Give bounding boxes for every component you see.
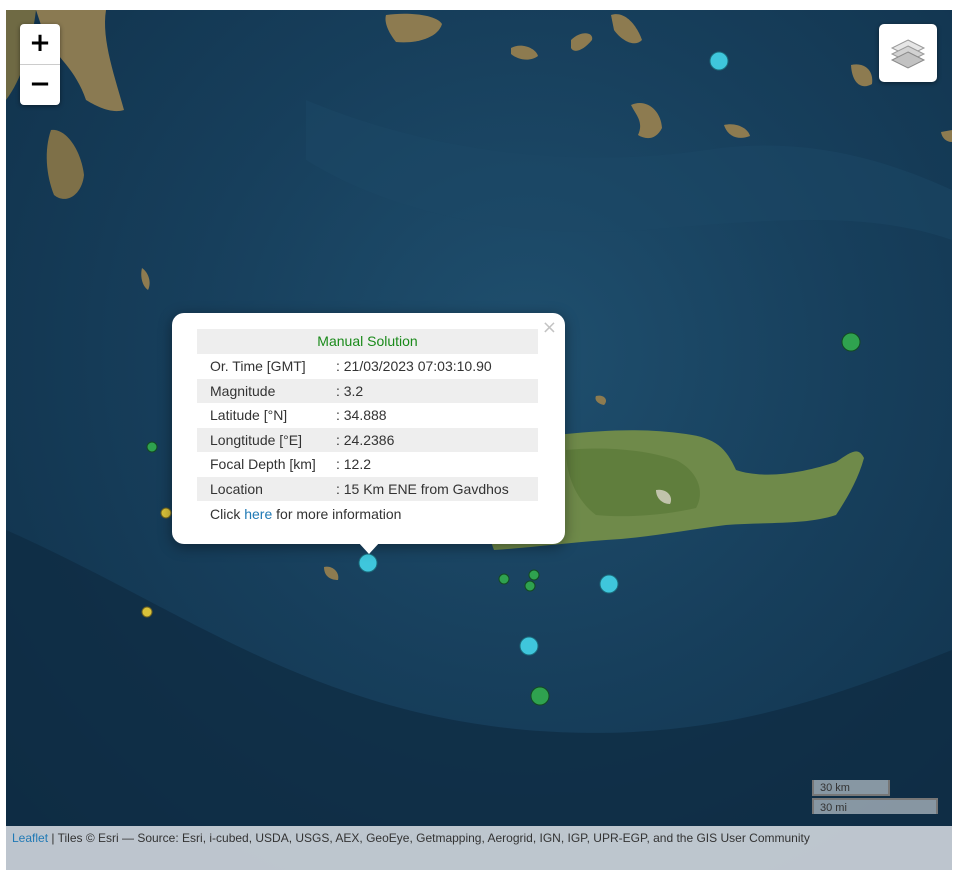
popup-title: Manual Solution xyxy=(197,329,538,354)
quake-marker[interactable] xyxy=(530,686,550,706)
quake-marker[interactable] xyxy=(498,573,510,585)
map-view[interactable]: + − × Manual Solution Or. Time [GMT] : 21… xyxy=(6,10,952,870)
detail-row: Focal Depth [km] : 12.2 xyxy=(197,452,538,477)
quake-marker[interactable] xyxy=(524,580,536,592)
detail-row: Location: 15 Km ENE from Gavdhos xyxy=(197,476,538,501)
more-info-link[interactable]: here xyxy=(244,506,272,522)
detail-value: : 21/03/2023 07:03:10.90 xyxy=(335,358,492,375)
quake-marker[interactable] xyxy=(519,636,539,656)
detail-value: : 3.2 xyxy=(335,378,538,403)
leaflet-link[interactable]: Leaflet xyxy=(12,831,48,845)
detail-label: Focal Depth [km] xyxy=(210,456,316,473)
detail-value: : 24.2386 xyxy=(335,427,538,452)
more-info-text: Click here for more information xyxy=(210,506,401,522)
quake-marker[interactable] xyxy=(709,51,729,71)
detail-value: : 34.888 xyxy=(335,407,387,424)
more-info-prefix: Click xyxy=(210,506,245,522)
popup-details-table: Or. Time [GMT] : 21/03/2023 07:03:10.90 M… xyxy=(197,354,538,501)
detail-label: Or. Time [GMT] xyxy=(210,358,306,375)
detail-label: Longtitude [°E] xyxy=(197,427,336,452)
earthquake-popup: × Manual Solution Or. Time [GMT] : 21/03/… xyxy=(172,313,565,544)
quake-marker[interactable] xyxy=(146,441,158,453)
detail-row: Latitude [°N] : 34.888 xyxy=(197,403,538,428)
attribution-text: | Tiles © Esri — Source: Esri, i-cubed, … xyxy=(48,831,810,845)
more-info-suffix: for more information xyxy=(272,506,402,522)
detail-row: Or. Time [GMT] : 21/03/2023 07:03:10.90 xyxy=(197,354,538,379)
popup-close-button[interactable]: × xyxy=(542,317,557,338)
scale-km: 30 km xyxy=(812,780,890,796)
quake-marker[interactable] xyxy=(528,569,540,581)
scale-mi: 30 mi xyxy=(812,798,938,814)
quake-marker[interactable] xyxy=(141,606,153,618)
layers-icon xyxy=(890,39,926,69)
detail-row: Longtitude [°E]: 24.2386 xyxy=(197,427,538,452)
zoom-out-button[interactable]: − xyxy=(20,64,60,105)
zoom-control: + − xyxy=(20,24,60,105)
quake-marker[interactable] xyxy=(160,507,172,519)
quake-marker[interactable] xyxy=(841,332,861,352)
detail-value: : 15 Km ENE from Gavdhos xyxy=(335,476,538,501)
popup-tip xyxy=(358,542,380,554)
zoom-in-button[interactable]: + xyxy=(20,24,60,64)
quake-marker[interactable] xyxy=(599,574,619,594)
detail-label: Latitude [°N] xyxy=(210,407,288,424)
detail-label: Location xyxy=(197,476,336,501)
detail-value: : 12.2 xyxy=(335,456,371,473)
detail-label: Magnitude xyxy=(197,378,336,403)
quake-marker-selected[interactable] xyxy=(358,553,378,573)
detail-row: Magnitude: 3.2 xyxy=(197,378,538,403)
map-attribution: Leaflet | Tiles © Esri — Source: Esri, i… xyxy=(6,826,952,870)
scale-bar: 30 km 30 mi xyxy=(812,780,938,814)
layers-button[interactable] xyxy=(879,24,937,82)
